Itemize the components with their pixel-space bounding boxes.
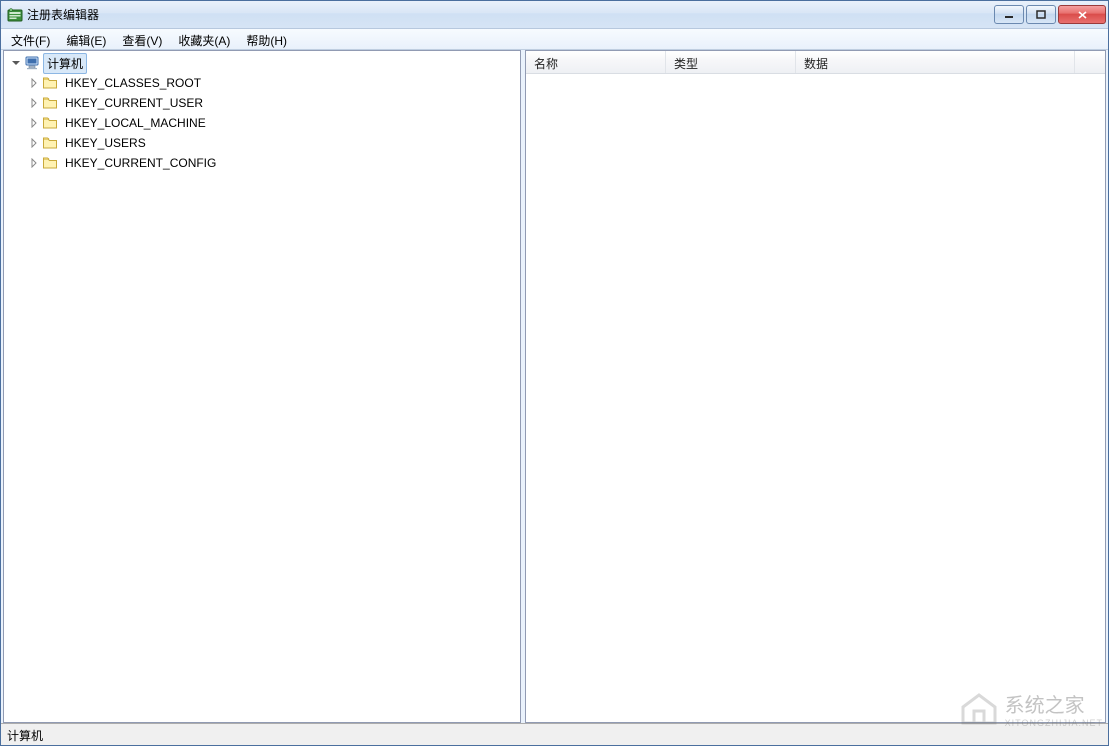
tree-hive[interactable]: HKEY_CURRENT_CONFIG: [22, 153, 520, 173]
menu-help[interactable]: 帮助(H): [238, 29, 295, 49]
menu-file[interactable]: 文件(F): [3, 29, 58, 49]
expander-closed-icon[interactable]: [26, 135, 42, 151]
tree-root-label: 计算机: [43, 53, 87, 74]
window-controls: [994, 5, 1106, 24]
expander-closed-icon[interactable]: [26, 75, 42, 91]
folder-icon: [42, 95, 58, 111]
maximize-icon: [1036, 10, 1046, 20]
tree-hive[interactable]: HKEY_CURRENT_USER: [22, 93, 520, 113]
statusbar: 计算机: [1, 723, 1108, 745]
close-button[interactable]: [1058, 5, 1106, 24]
expander-open-icon[interactable]: [8, 55, 24, 71]
tree-pane[interactable]: 计算机 HKEY_CLASSES_ROOTHKEY_CURRENT_USERHK…: [3, 50, 521, 723]
menu-view[interactable]: 查看(V): [114, 29, 170, 49]
column-data[interactable]: 数据: [796, 51, 1075, 73]
folder-icon: [42, 135, 58, 151]
column-filler: [1075, 51, 1105, 73]
window-title: 注册表编辑器: [27, 6, 994, 23]
tree-hive[interactable]: HKEY_USERS: [22, 133, 520, 153]
values-body: [526, 74, 1105, 722]
close-icon: [1077, 10, 1088, 20]
tree-hive[interactable]: HKEY_CLASSES_ROOT: [22, 73, 520, 93]
computer-icon: [24, 55, 40, 71]
menu-favorites[interactable]: 收藏夹(A): [170, 29, 238, 49]
tree-hive-label: HKEY_LOCAL_MACHINE: [61, 114, 210, 132]
values-header: 名称 类型 数据: [526, 51, 1105, 74]
column-type[interactable]: 类型: [666, 51, 796, 73]
maximize-button[interactable]: [1026, 5, 1056, 24]
expander-closed-icon[interactable]: [26, 95, 42, 111]
tree-children: HKEY_CLASSES_ROOT HKEY_CURRENT_USER HKEY_L…: [4, 73, 520, 173]
app-icon: [7, 7, 23, 23]
minimize-icon: [1004, 10, 1014, 20]
content-area: 计算机 HKEY_CLASSES_ROOTHKEY_CURRENT_USERHK…: [1, 50, 1108, 723]
titlebar[interactable]: 注册表编辑器: [1, 1, 1108, 29]
folder-icon: [42, 115, 58, 131]
folder-icon: [42, 155, 58, 171]
folder-icon: [42, 75, 58, 91]
tree-hive-label: HKEY_CURRENT_CONFIG: [61, 154, 220, 172]
statusbar-path: 计算机: [7, 729, 43, 743]
tree-hive-label: HKEY_USERS: [61, 134, 150, 152]
menubar: 文件(F) 编辑(E) 查看(V) 收藏夹(A) 帮助(H): [1, 29, 1108, 50]
minimize-button[interactable]: [994, 5, 1024, 24]
expander-closed-icon[interactable]: [26, 155, 42, 171]
expander-closed-icon[interactable]: [26, 115, 42, 131]
registry-tree: 计算机 HKEY_CLASSES_ROOTHKEY_CURRENT_USERHK…: [4, 51, 520, 175]
menu-edit[interactable]: 编辑(E): [58, 29, 114, 49]
tree-root-computer[interactable]: 计算机: [4, 53, 520, 73]
tree-hive-label: HKEY_CLASSES_ROOT: [61, 74, 205, 92]
registry-editor-window: 注册表编辑器 文件(F) 编辑(E) 查看(V) 收藏夹(A) 帮助(H): [0, 0, 1109, 746]
tree-hive[interactable]: HKEY_LOCAL_MACHINE: [22, 113, 520, 133]
column-name[interactable]: 名称: [526, 51, 666, 73]
tree-hive-label: HKEY_CURRENT_USER: [61, 94, 207, 112]
values-pane[interactable]: 名称 类型 数据: [525, 50, 1106, 723]
